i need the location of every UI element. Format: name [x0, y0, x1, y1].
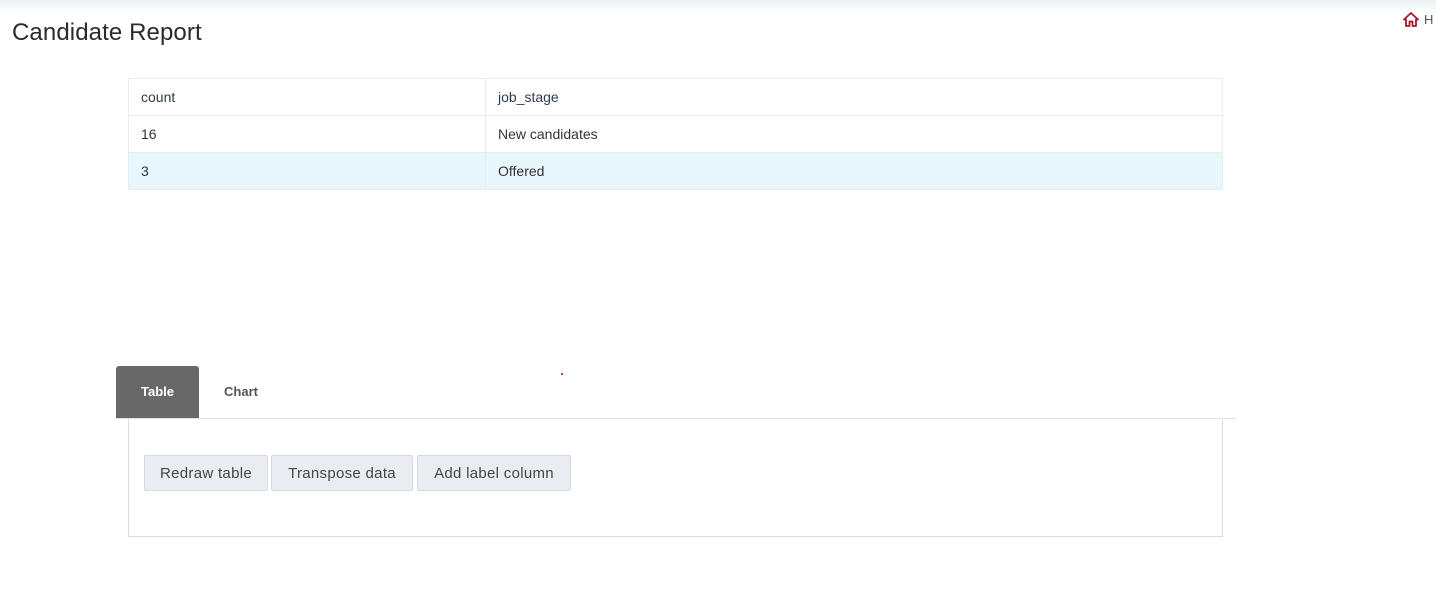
- column-header-count[interactable]: count: [128, 78, 486, 116]
- top-bar: [0, 0, 1436, 14]
- column-header-job-stage[interactable]: job_stage: [485, 78, 1223, 116]
- tab-table[interactable]: Table: [116, 366, 199, 418]
- result-table: count job_stage 16 New candidates 3 Offe…: [128, 78, 1223, 190]
- redraw-table-button[interactable]: Redraw table: [144, 455, 268, 491]
- home-link[interactable]: H: [1403, 12, 1433, 27]
- view-tabs: Table Chart: [116, 366, 1236, 419]
- tab-chart[interactable]: Chart: [223, 366, 259, 418]
- table-row-selected[interactable]: 3 Offered: [128, 152, 1223, 190]
- table-cell-count: 3: [128, 152, 486, 190]
- table-cell-count: 16: [128, 115, 486, 153]
- table-header-row: count job_stage: [128, 78, 1223, 116]
- add-label-column-button[interactable]: Add label column: [417, 455, 571, 491]
- table-cell-job-stage: Offered: [485, 152, 1223, 190]
- table-row[interactable]: 16 New candidates: [128, 115, 1223, 153]
- page-title: Candidate Report: [12, 19, 202, 46]
- table-tab-panel: Redraw table Transpose data Add label co…: [128, 419, 1223, 537]
- transpose-data-button[interactable]: Transpose data: [271, 455, 413, 491]
- table-cell-job-stage: New candidates: [485, 115, 1223, 153]
- home-link-label: H: [1424, 12, 1434, 27]
- home-icon: [1403, 12, 1419, 27]
